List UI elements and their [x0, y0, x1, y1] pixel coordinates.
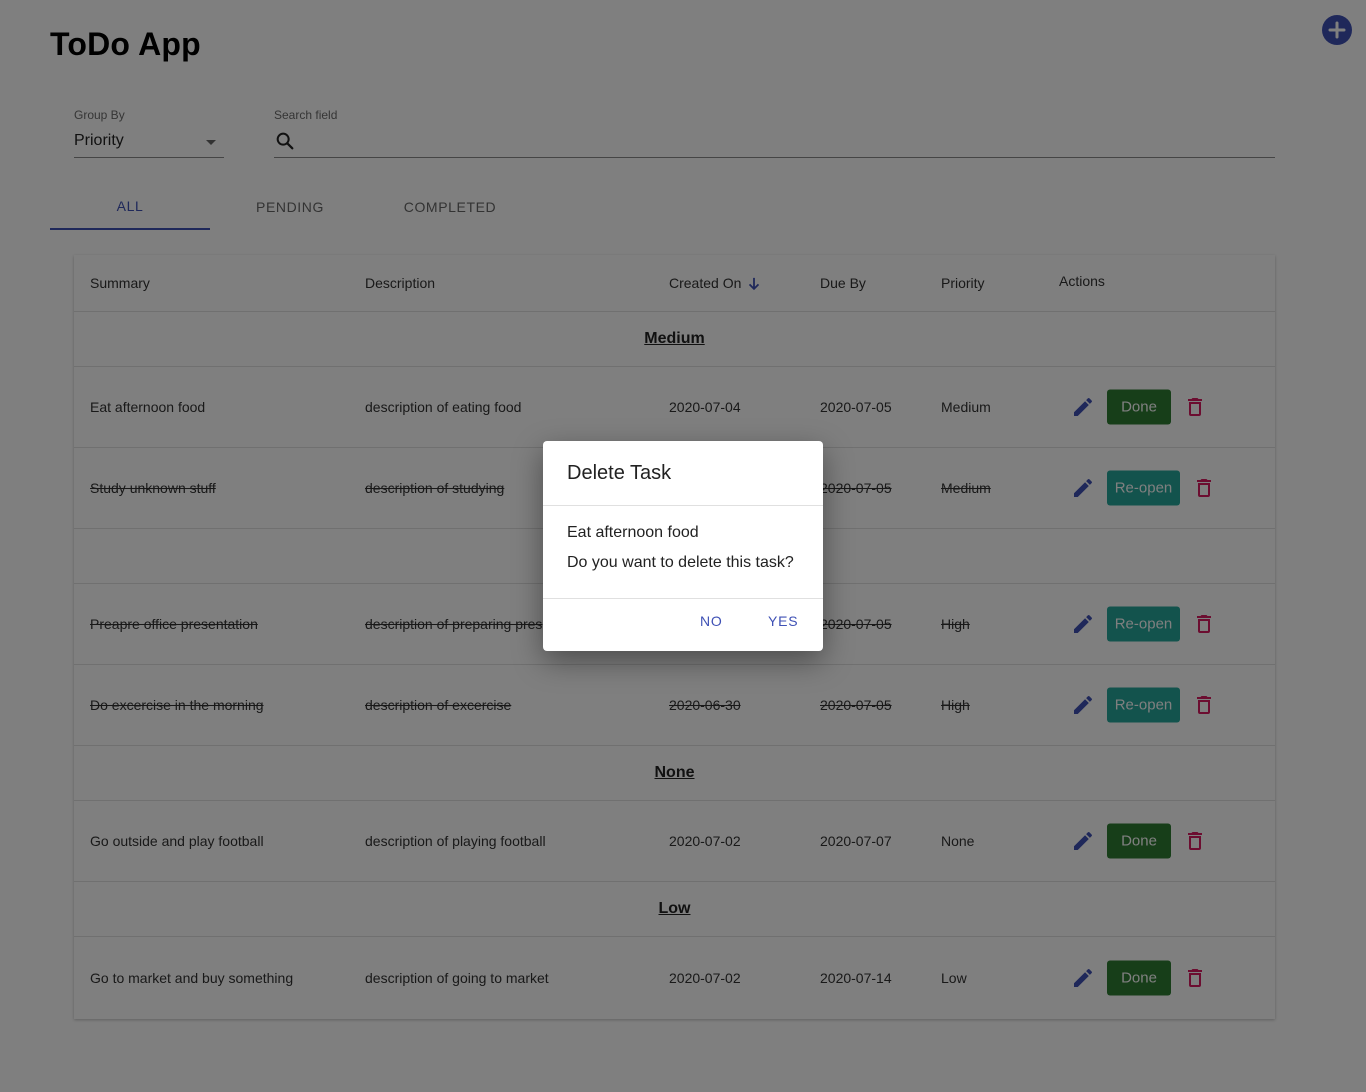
yes-button[interactable]: YES	[768, 613, 798, 629]
dialog-divider	[543, 598, 823, 599]
dialog-title: Delete Task	[567, 462, 672, 484]
dialog-task-name: Eat afternoon food	[567, 524, 699, 541]
no-button[interactable]: NO	[700, 613, 723, 629]
dialog-question: Do you want to delete this task?	[567, 554, 794, 571]
dialog-divider	[543, 505, 823, 506]
delete-task-dialog: Delete Task Eat afternoon food Do you wa…	[543, 441, 823, 651]
